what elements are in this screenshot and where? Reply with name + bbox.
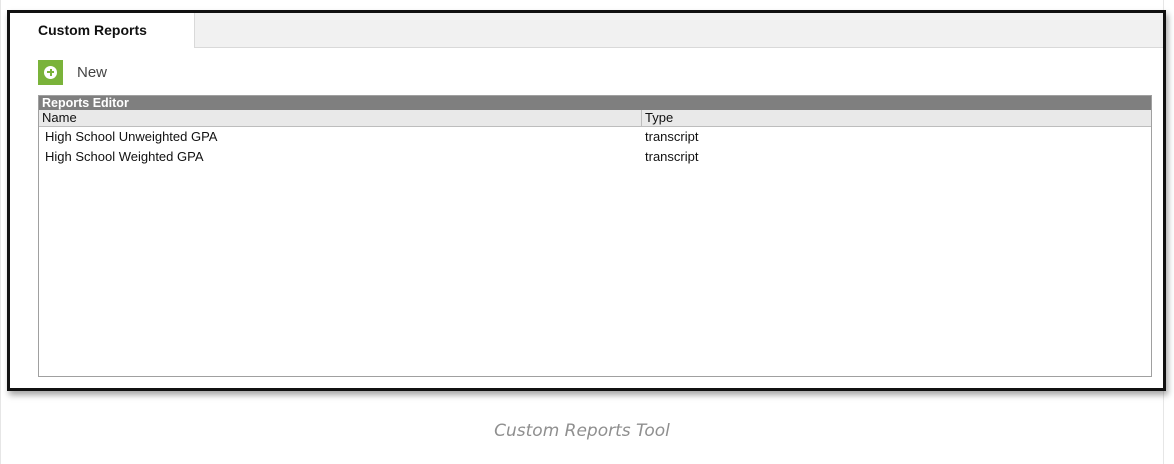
table-row[interactable]: High School Unweighted GPA transcript: [39, 127, 1151, 147]
report-type-cell[interactable]: transcript: [642, 147, 698, 167]
plus-circle-icon[interactable]: [38, 59, 63, 85]
column-header-name[interactable]: Name: [39, 110, 642, 126]
column-header-type[interactable]: Type: [642, 110, 673, 126]
reports-editor-title: Reports Editor: [39, 96, 1151, 110]
page: Custom Reports New Reports Editor Name T…: [0, 0, 1174, 464]
report-name-cell[interactable]: High School Unweighted GPA: [39, 127, 642, 147]
column-header-row: Name Type: [39, 110, 1151, 127]
new-button[interactable]: New: [38, 59, 107, 85]
custom-reports-window: Custom Reports New Reports Editor Name T…: [7, 10, 1166, 391]
report-name-cell[interactable]: High School Weighted GPA: [39, 147, 642, 167]
figure-caption: Custom Reports Tool: [494, 421, 670, 441]
reports-editor: Reports Editor Name Type High School Unw…: [38, 95, 1152, 377]
table-row[interactable]: High School Weighted GPA transcript: [39, 147, 1151, 167]
new-button-label[interactable]: New: [77, 64, 107, 81]
report-type-cell[interactable]: transcript: [642, 127, 698, 147]
tab-custom-reports[interactable]: Custom Reports: [18, 13, 195, 48]
toolbar: New: [38, 59, 107, 85]
tab-bar: Custom Reports: [18, 13, 1163, 48]
